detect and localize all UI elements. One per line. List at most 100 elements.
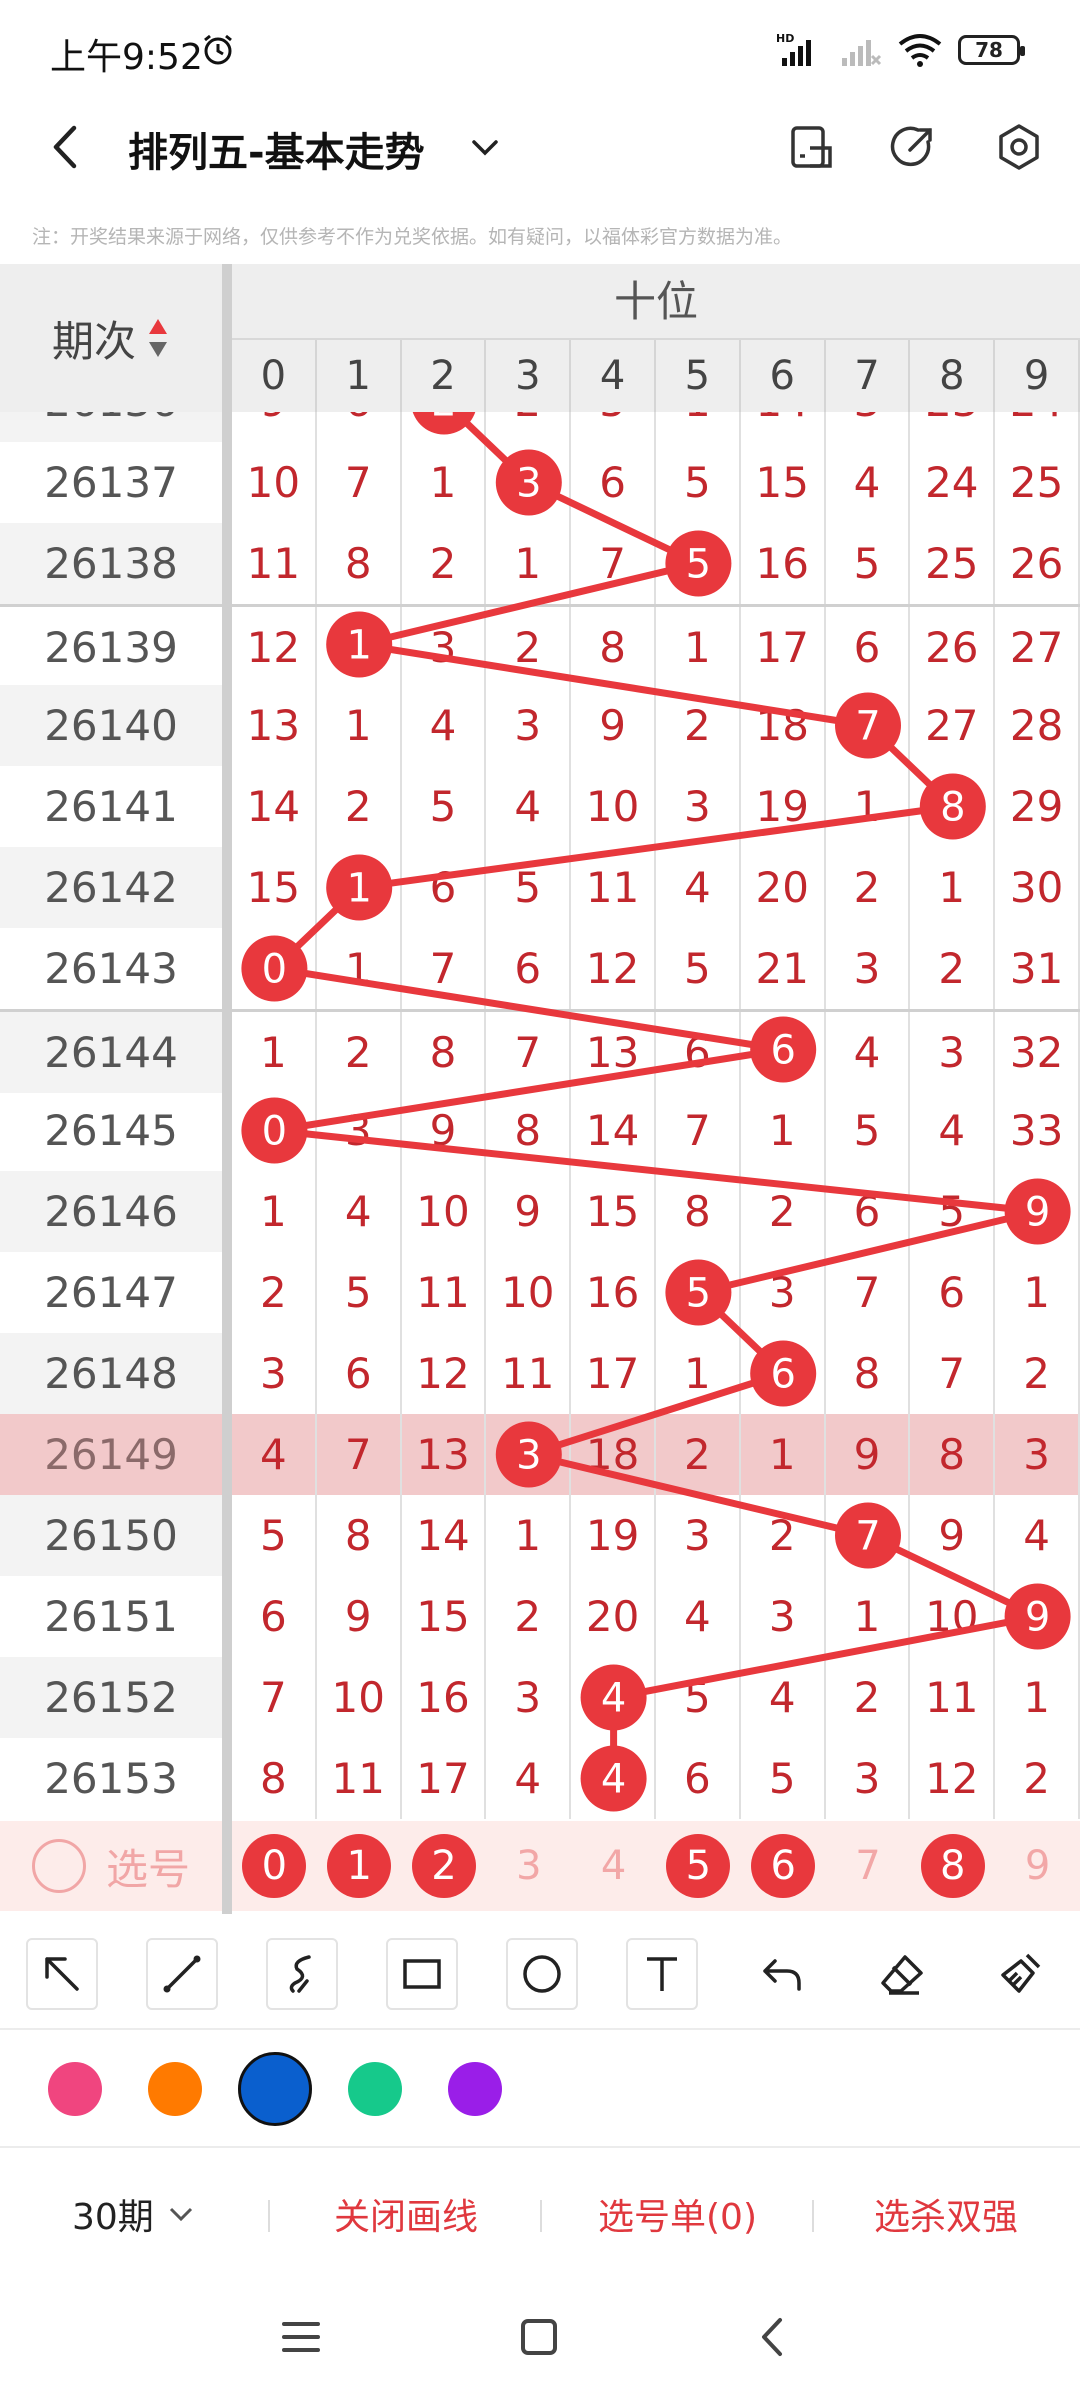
omission-cell: 3 xyxy=(995,1414,1080,1495)
pick-digit-label: 0 xyxy=(242,1834,307,1898)
arrow-tool-icon xyxy=(45,1957,79,1991)
omission-cell: 5 xyxy=(317,1252,402,1333)
color-swatch[interactable] xyxy=(348,2062,402,2116)
omission-cell: 18 xyxy=(741,685,826,766)
omission-cell: 1 xyxy=(995,1657,1080,1738)
omission-cell: 11 xyxy=(571,847,656,928)
omission-cell: 2 xyxy=(402,412,487,442)
sort-icon[interactable] xyxy=(146,315,170,361)
pick-digit-5[interactable]: 5 xyxy=(656,1821,741,1911)
period-cell: 26137 xyxy=(44,458,178,507)
chevron-down-icon[interactable] xyxy=(468,130,502,164)
table-row: 26145 0 3 9 8 14 7 1 5 4 33 xyxy=(0,1090,1080,1171)
table-row: 26138 11 8 2 1 7 5 16 5 25 26 xyxy=(0,523,1080,604)
home-icon[interactable] xyxy=(512,2310,566,2364)
pick-digit-6[interactable]: 6 xyxy=(741,1821,826,1911)
table-row: 26139 12 1 3 2 8 1 17 6 26 27 xyxy=(0,604,1080,688)
omission-cell: 6 xyxy=(402,847,487,928)
omission-cell: 20 xyxy=(571,1576,656,1657)
omission-cell: 5 xyxy=(826,1090,911,1171)
omission-cell: 11 xyxy=(910,1657,996,1738)
table-row: 26150 5 8 14 1 19 3 2 7 9 4 xyxy=(0,1495,1080,1576)
pick-digit-3[interactable]: 3 xyxy=(486,1821,571,1911)
omission-cell: 4 xyxy=(656,1576,741,1657)
pick-digit-9[interactable]: 9 xyxy=(995,1821,1080,1911)
omission-cell: 7 xyxy=(402,928,487,1009)
period-count-select[interactable]: 30期 xyxy=(72,2188,196,2240)
color-swatch[interactable] xyxy=(48,2062,102,2116)
omission-cell: 2 xyxy=(826,847,911,928)
omission-cell: 6 xyxy=(486,928,572,1009)
clear-brush-button[interactable] xyxy=(984,1938,1056,2010)
kill-double-button[interactable]: 选杀双强 xyxy=(874,2188,1018,2240)
text-tool-button[interactable] xyxy=(626,1938,698,2010)
omission-cell: 14 xyxy=(232,766,317,847)
pick-all-toggle[interactable]: 选号 xyxy=(0,1821,222,1911)
settings-icon[interactable] xyxy=(994,122,1044,172)
omission-cell: 11 xyxy=(402,1252,487,1333)
table-row-partial: 261369622511432324 xyxy=(0,412,1080,442)
arrow-tool-button[interactable] xyxy=(26,1938,98,2010)
omission-cell: 8 xyxy=(317,523,402,604)
back-button[interactable] xyxy=(40,120,94,174)
close-lines-button[interactable]: 关闭画线 xyxy=(334,2188,478,2240)
period-cell: 26152 xyxy=(0,1657,222,1738)
omission-cell: 23 xyxy=(910,412,996,442)
pick-list-button[interactable]: 选号单(0) xyxy=(598,2188,757,2240)
omission-cell: 15 xyxy=(571,1171,656,1252)
omission-cell: 6 xyxy=(826,607,911,688)
omission-cell: 31 xyxy=(995,928,1080,1009)
circle-tool-button[interactable] xyxy=(506,1938,578,2010)
omission-cell: 7 xyxy=(232,1657,317,1738)
pick-digit-0[interactable]: 0 xyxy=(232,1821,317,1911)
pick-digit-label: 1 xyxy=(327,1834,392,1898)
undo-button[interactable] xyxy=(746,1938,818,2010)
omission-cell: 9 xyxy=(232,412,317,442)
omission-cell: 2 xyxy=(656,1414,741,1495)
pick-digit-1[interactable]: 1 xyxy=(317,1821,402,1911)
omission-cell: 10 xyxy=(402,1171,487,1252)
menu-icon[interactable] xyxy=(274,2310,328,2364)
omission-cell: 6 xyxy=(741,1012,826,1093)
pick-digit-7[interactable]: 7 xyxy=(826,1821,911,1911)
period-cell: 26142 xyxy=(0,847,222,928)
pick-digit-4[interactable]: 4 xyxy=(571,1821,656,1911)
omission-cell: 5 xyxy=(232,1495,317,1576)
pick-digit-2[interactable]: 2 xyxy=(402,1821,487,1911)
rectangle-tool-button[interactable] xyxy=(386,1938,458,2010)
nav-back-icon[interactable] xyxy=(746,2310,800,2364)
omission-cell: 4 xyxy=(571,1738,656,1819)
omission-cell: 9 xyxy=(995,1576,1080,1657)
share-icon[interactable] xyxy=(888,122,938,172)
pick-digit-label: 7 xyxy=(855,1843,881,1889)
omission-cell: 19 xyxy=(741,766,826,847)
freehand-tool-button[interactable] xyxy=(266,1938,338,2010)
omission-cell: 5 xyxy=(656,1252,741,1333)
omission-cell: 9 xyxy=(402,1090,487,1171)
line-tool-button[interactable] xyxy=(146,1938,218,2010)
signal-weak-icon xyxy=(842,40,882,66)
period-cell: 26150 xyxy=(0,1495,222,1576)
omission-cell: 6 xyxy=(656,1012,741,1093)
omission-cell: 4 xyxy=(741,1657,826,1738)
omission-cell: 7 xyxy=(826,685,911,766)
pick-digit-8[interactable]: 8 xyxy=(910,1821,995,1911)
color-swatch[interactable] xyxy=(238,2052,312,2126)
omission-cell: 4 xyxy=(995,1495,1080,1576)
pick-row: 选号 0 1 2 3 4 5 6 7 8 9 xyxy=(0,1821,1080,1911)
layout-switch-icon[interactable] xyxy=(788,122,838,172)
period-cell: 26143 xyxy=(44,944,178,993)
omission-cell: 7 xyxy=(571,523,656,604)
color-swatch[interactable] xyxy=(448,2062,502,2116)
digit-header-row: 0123456789 xyxy=(232,340,1080,412)
pick-digit-label: 4 xyxy=(600,1843,627,1889)
page-title[interactable]: 排列五-基本走势 xyxy=(128,120,425,178)
omission-cell: 3 xyxy=(826,412,911,442)
period-cell: 26151 xyxy=(44,1592,178,1641)
period-cell: 26139 xyxy=(44,623,178,672)
period-header[interactable]: 期次 xyxy=(0,264,222,412)
color-swatch[interactable] xyxy=(148,2062,202,2116)
eraser-button[interactable] xyxy=(866,1938,938,2010)
omission-cell: 10 xyxy=(571,766,656,847)
clear-brush-icon xyxy=(1001,1953,1041,1993)
